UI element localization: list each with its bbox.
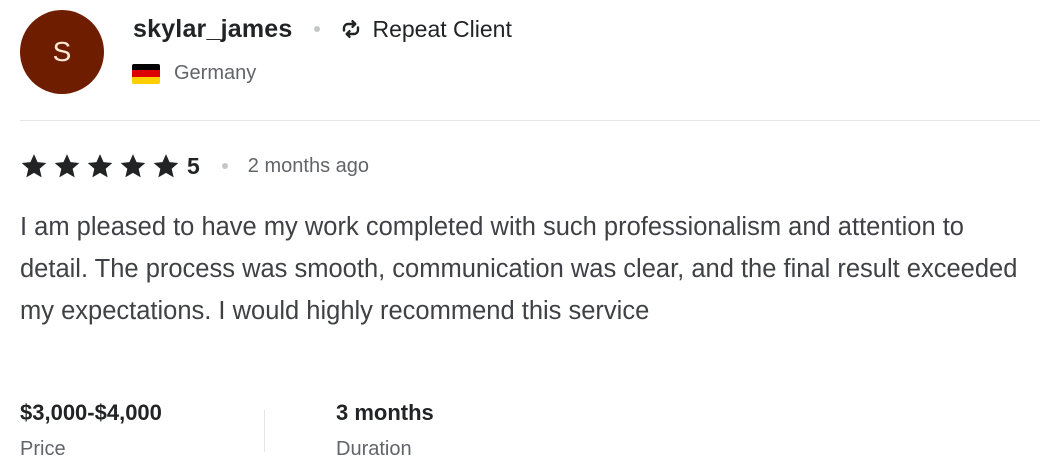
separator-dot [314,26,321,32]
separator-dot [221,163,228,169]
review-date: 2 months ago [247,154,369,177]
avatar-initial: S [52,36,72,67]
reviewer-country: Germany [132,62,256,85]
flag-germany-icon [132,63,160,84]
repeat-client-badge: Repeat Client [372,15,512,42]
star-icon [54,154,80,178]
star-icon [120,154,146,178]
price-stat: $3,000-$4,000 Price [20,396,162,466]
price-value: $3,000-$4,000 [20,400,162,425]
review-card: S skylar_james Repeat Client Germany 5 2… [0,0,1040,464]
reviewer-header: S skylar_james Repeat Client Germany [20,10,1020,94]
review-text: I am pleased to have my work completed w… [20,213,1018,325]
star-icon [87,154,113,178]
divider [20,120,1040,121]
price-label: Price [20,438,66,460]
repeat-icon [338,16,364,42]
star-rating [20,152,185,180]
stat-divider [264,410,265,452]
avatar[interactable]: S [20,10,104,94]
star-icon [153,154,179,178]
reviewer-name-line: skylar_james Repeat Client [133,12,512,46]
star-icon [21,154,47,178]
country-name: Germany [174,62,257,84]
rating-value: 5 [187,152,200,179]
rating-row: 5 2 months ago [20,148,369,184]
duration-label: Duration [336,438,412,460]
duration-stat: 3 months Duration [336,396,434,466]
duration-value: 3 months [336,400,434,425]
reviewer-username[interactable]: skylar_james [133,15,292,44]
